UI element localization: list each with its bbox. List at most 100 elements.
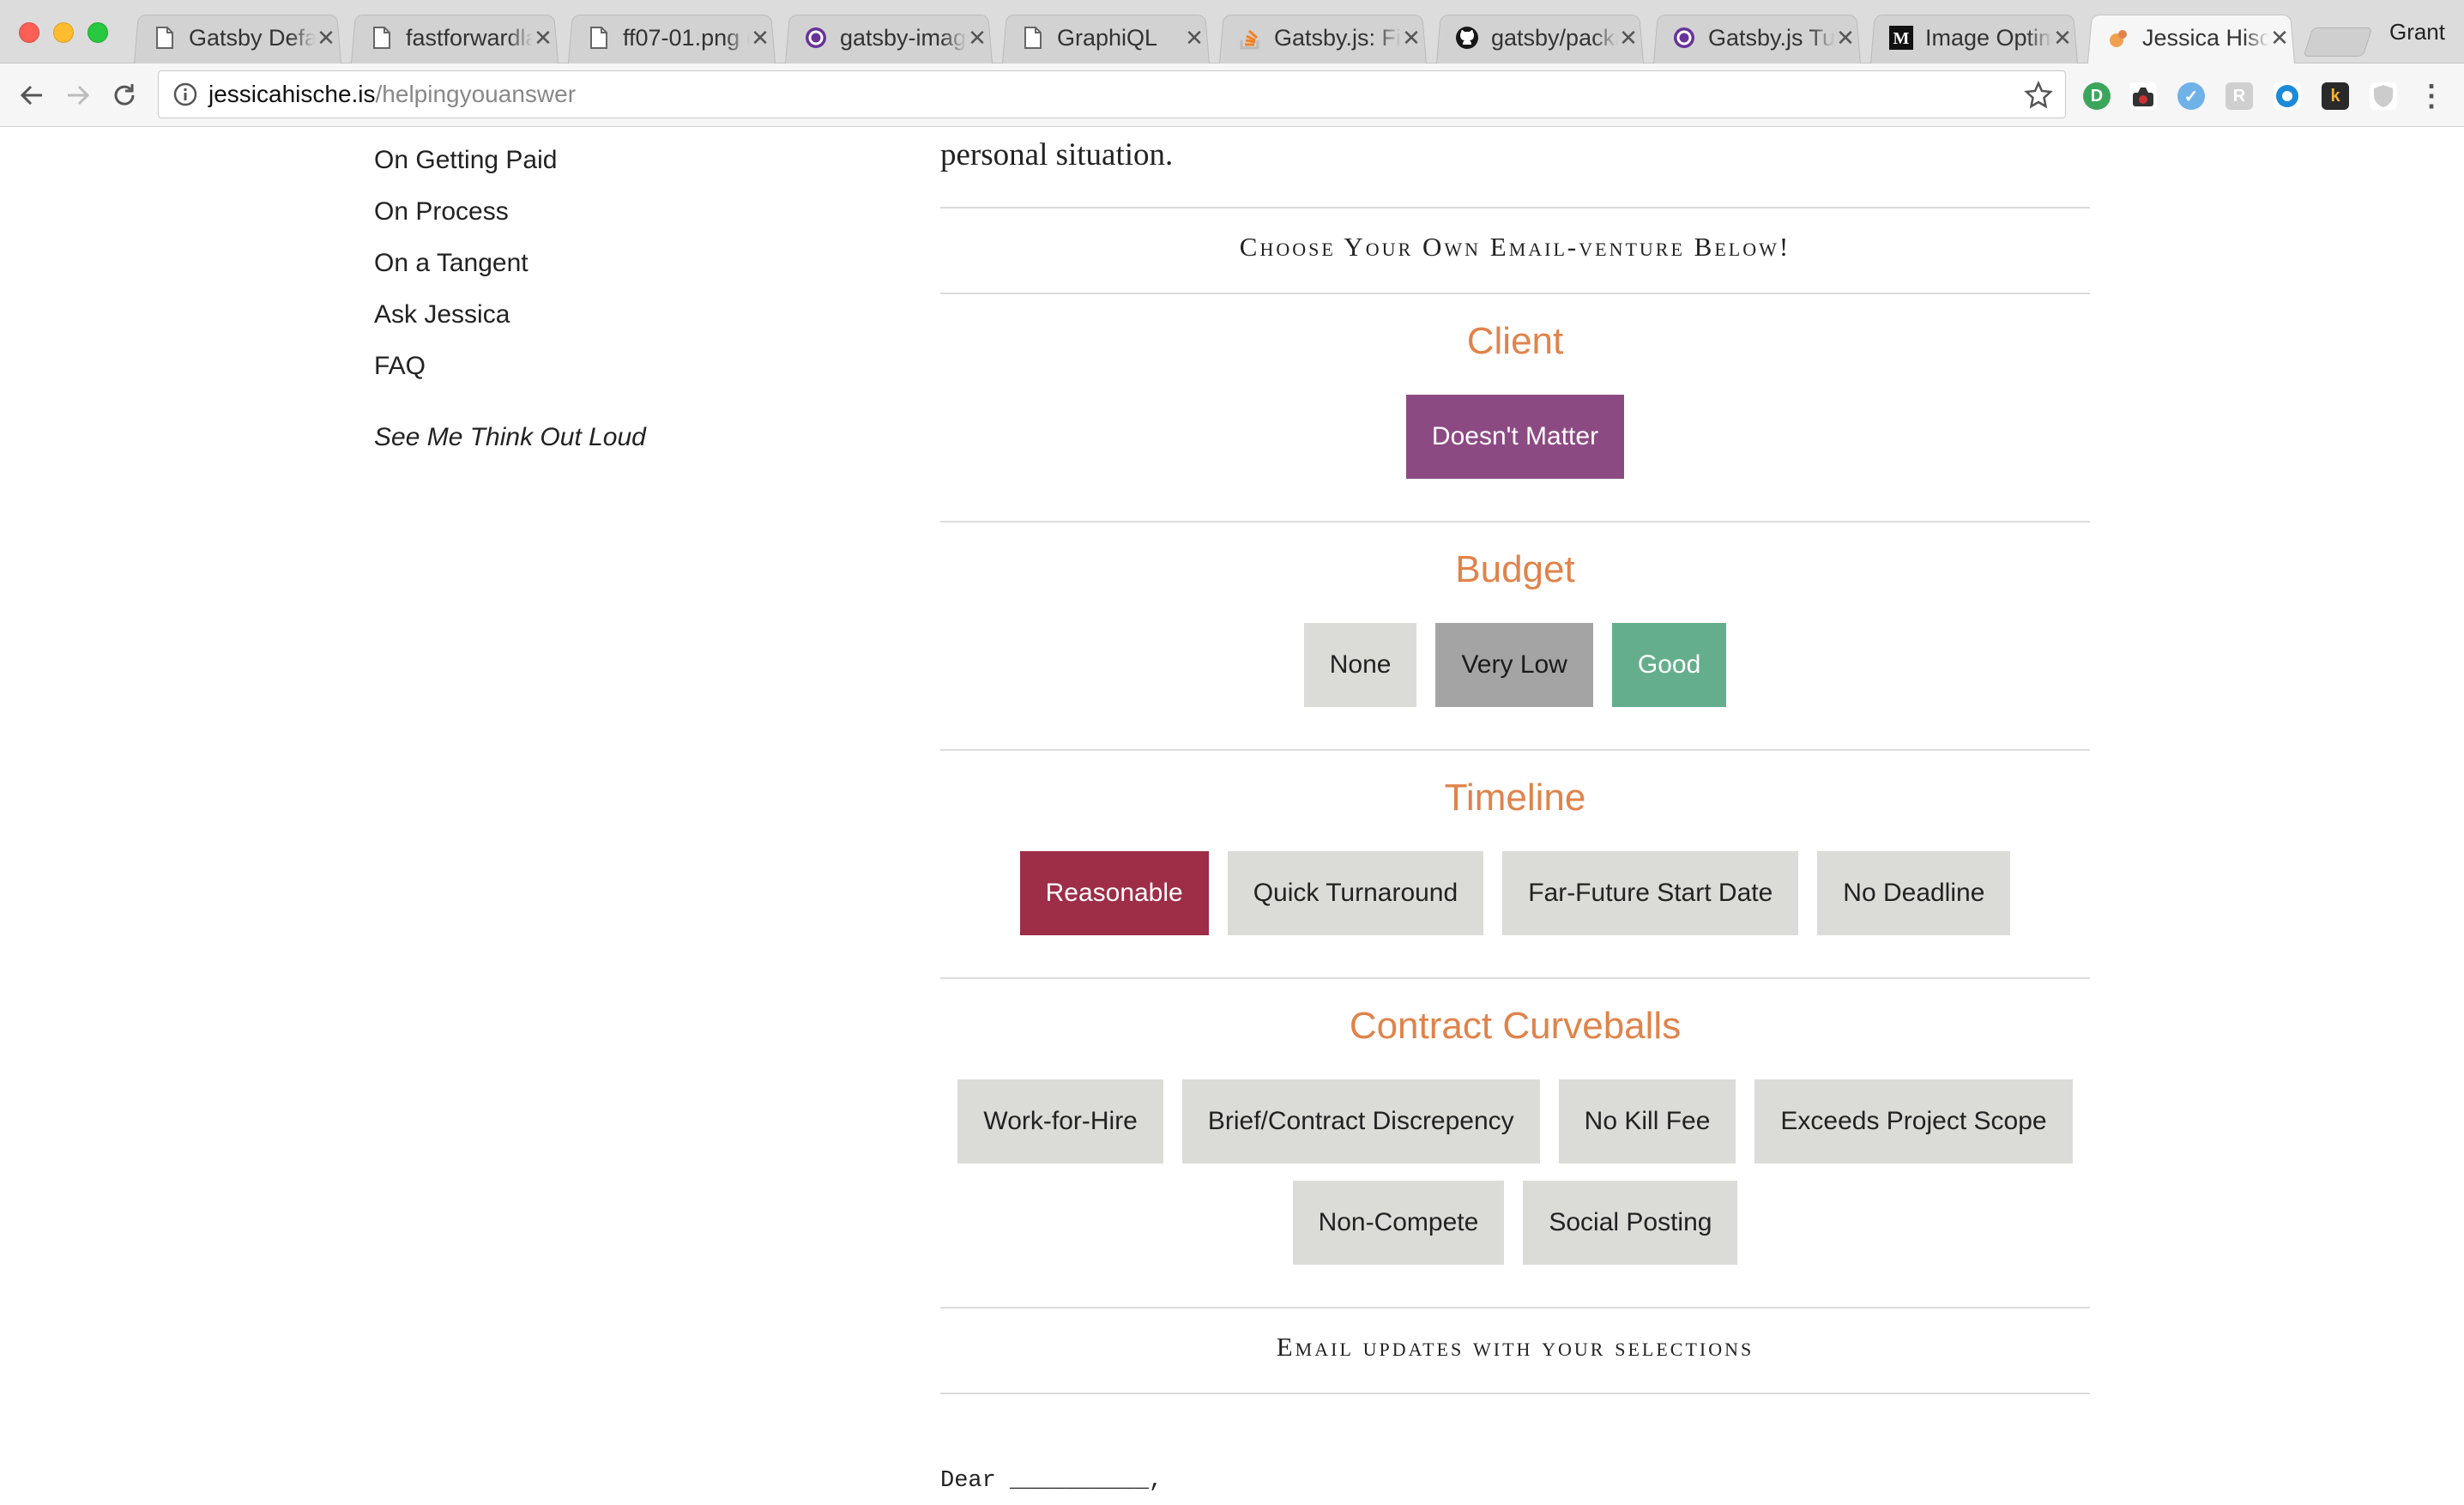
- page-content: On Getting Paid On Process On a Tangent …: [0, 128, 2464, 1505]
- tab-title: Gatsby.js: Files: [1274, 24, 1401, 51]
- browser-tab[interactable]: ff07-01.png (2872×1754) ✕: [563, 12, 781, 63]
- see-me-think-out-loud-link[interactable]: See Me Think Out Loud: [374, 423, 646, 452]
- divider: [940, 521, 2090, 523]
- divider: [940, 977, 2090, 979]
- sidebar-item-on-getting-paid[interactable]: On Getting Paid: [374, 142, 646, 193]
- gatsby-icon: [804, 26, 828, 50]
- letter-greeting: Dear __________,: [940, 1468, 1163, 1494]
- document-icon: [587, 26, 611, 50]
- back-arrow-icon[interactable]: [15, 79, 48, 112]
- sidebar-nav: On Getting Paid On Process On a Tangent …: [374, 142, 646, 452]
- budget-option-none[interactable]: None: [1303, 623, 1417, 707]
- divider: [940, 207, 2090, 209]
- curveball-option-work-for-hire[interactable]: Work-for-Hire: [957, 1079, 1163, 1164]
- browser-tab[interactable]: Gatsby.js: Files ✕: [1214, 12, 1432, 63]
- choose-heading: Choose Your Own Email-venture Below!: [1239, 232, 1791, 262]
- bookmark-star-icon[interactable]: [2024, 81, 2053, 110]
- tab-close-icon[interactable]: ✕: [2052, 25, 2073, 51]
- budget-option-good[interactable]: Good: [1611, 623, 1727, 707]
- client-option-doesnt-matter[interactable]: Doesn't Matter: [1405, 395, 1625, 479]
- tab-close-icon[interactable]: ✕: [1835, 25, 1856, 51]
- curveball-option-non-compete[interactable]: Non-Compete: [1292, 1181, 1505, 1265]
- reload-icon[interactable]: [108, 79, 141, 112]
- extension-ring-icon[interactable]: [2274, 82, 2301, 110]
- budget-option-very-low[interactable]: Very Low: [1435, 623, 1593, 707]
- tab-title: Gatsby.js Tutorial: [1708, 24, 1835, 51]
- browser-tab[interactable]: Gatsby Default Starter ✕: [129, 12, 347, 63]
- tab-title: ff07-01.png (2872×1754): [623, 24, 750, 51]
- timeline-option-quick-turnaround[interactable]: Quick Turnaround: [1227, 851, 1484, 935]
- curveball-options-row-1: Work-for-Hire Brief/Contract Discrepency…: [940, 1079, 2090, 1164]
- tab-title: Gatsby Default Starter: [189, 24, 316, 51]
- divider: [940, 1307, 2090, 1309]
- tab-title: gatsby/packages: [1491, 24, 1618, 51]
- timeline-option-far-future-start-date[interactable]: Far-Future Start Date: [1502, 851, 1799, 935]
- close-window-button[interactable]: [19, 22, 39, 43]
- curveball-option-brief-contract-discrepency[interactable]: Brief/Contract Discrepency: [1181, 1079, 1540, 1164]
- url-path: /helpingyouanswer: [375, 81, 577, 107]
- budget-options: None Very Low Good: [940, 623, 2090, 707]
- divider: [940, 749, 2090, 751]
- browser-tab[interactable]: M Image Optimization ✕: [1865, 12, 2083, 63]
- tab-close-icon[interactable]: ✕: [967, 25, 987, 51]
- extension-k-icon[interactable]: k: [2322, 82, 2349, 110]
- extension-green-icon[interactable]: D: [2083, 82, 2111, 110]
- extension-r-icon[interactable]: R: [2225, 82, 2253, 110]
- divider: [940, 293, 2090, 294]
- tab-close-icon[interactable]: ✕: [1184, 25, 1205, 51]
- info-icon[interactable]: [172, 82, 198, 107]
- zoom-window-button[interactable]: [88, 22, 108, 43]
- browser-tab[interactable]: gatsby/packages ✕: [1431, 12, 1649, 63]
- section-title-contract-curveballs: Contract Curveballs: [1349, 1005, 1682, 1047]
- curveball-option-no-kill-fee[interactable]: No Kill Fee: [1558, 1079, 1736, 1164]
- client-options: Doesn't Matter: [940, 395, 2090, 479]
- svg-text:M: M: [1893, 29, 1910, 48]
- tab-close-icon[interactable]: ✕: [316, 25, 336, 51]
- stackoverflow-icon: [1238, 26, 1262, 50]
- extension-blue-icon[interactable]: ✓: [2177, 82, 2205, 110]
- timeline-option-reasonable[interactable]: Reasonable: [1019, 851, 1209, 935]
- profile-name[interactable]: Grant: [2389, 19, 2445, 45]
- tab-title: Jessica Hische: [2142, 24, 2269, 51]
- browser-menu-icon[interactable]: ⋮: [2417, 80, 2446, 112]
- section-title-timeline: Timeline: [1444, 777, 1586, 819]
- curveball-option-exceeds-project-scope[interactable]: Exceeds Project Scope: [1754, 1079, 2073, 1164]
- new-tab-button[interactable]: [2303, 27, 2373, 57]
- tab-close-icon[interactable]: ✕: [750, 25, 770, 51]
- forward-arrow-icon[interactable]: [62, 79, 94, 112]
- curveball-option-social-posting[interactable]: Social Posting: [1523, 1181, 1738, 1265]
- extension-camera-icon[interactable]: [2129, 82, 2157, 110]
- document-icon: [153, 26, 177, 50]
- tab-strip: Gatsby Default Starter ✕ fastforwardlabs…: [129, 12, 2373, 63]
- tab-title: GraphiQL: [1057, 24, 1158, 51]
- minimize-window-button[interactable]: [53, 22, 74, 43]
- browser-tab[interactable]: GraphiQL ✕: [997, 12, 1215, 63]
- tab-title: gatsby-image: [840, 24, 967, 51]
- browser-toolbar: jessicahische.is /helpingyouanswer D ✓ R…: [0, 63, 2464, 127]
- sidebar-item-on-process[interactable]: On Process: [374, 193, 646, 245]
- tab-close-icon[interactable]: ✕: [533, 25, 553, 51]
- tab-close-icon[interactable]: ✕: [2269, 25, 2290, 51]
- browser-tab-active[interactable]: Jessica Hische ✕: [2082, 12, 2300, 63]
- browser-tab[interactable]: gatsby-image ✕: [780, 12, 998, 63]
- browser-tab[interactable]: fastforwardlabs ✕: [346, 12, 564, 63]
- url-host: jessicahische.is: [208, 81, 376, 107]
- sidebar-item-on-a-tangent[interactable]: On a Tangent: [374, 245, 646, 296]
- tab-close-icon[interactable]: ✕: [1618, 25, 1639, 51]
- tab-close-icon[interactable]: ✕: [1401, 25, 1422, 51]
- extension-shield-icon[interactable]: [2370, 82, 2397, 110]
- document-icon: [1021, 26, 1045, 50]
- tab-title: fastforwardlabs: [406, 24, 533, 51]
- browser-tab-bar: Gatsby Default Starter ✕ fastforwardlabs…: [0, 0, 2464, 63]
- sidebar-item-ask-jessica[interactable]: Ask Jessica: [374, 296, 646, 348]
- address-bar[interactable]: jessicahische.is /helpingyouanswer: [158, 70, 2066, 118]
- sidebar-item-faq[interactable]: FAQ: [374, 348, 646, 399]
- timeline-options: Reasonable Quick Turnaround Far-Future S…: [940, 851, 2090, 935]
- gatsby-icon: [1672, 26, 1696, 50]
- browser-tab[interactable]: Gatsby.js Tutorial ✕: [1648, 12, 1866, 63]
- tab-title: Image Optimization: [1925, 24, 2052, 51]
- medium-icon: M: [1889, 26, 1913, 50]
- github-icon: [1455, 26, 1479, 50]
- intro-text: personal situation.: [940, 137, 1174, 172]
- timeline-option-no-deadline[interactable]: No Deadline: [1817, 851, 2011, 935]
